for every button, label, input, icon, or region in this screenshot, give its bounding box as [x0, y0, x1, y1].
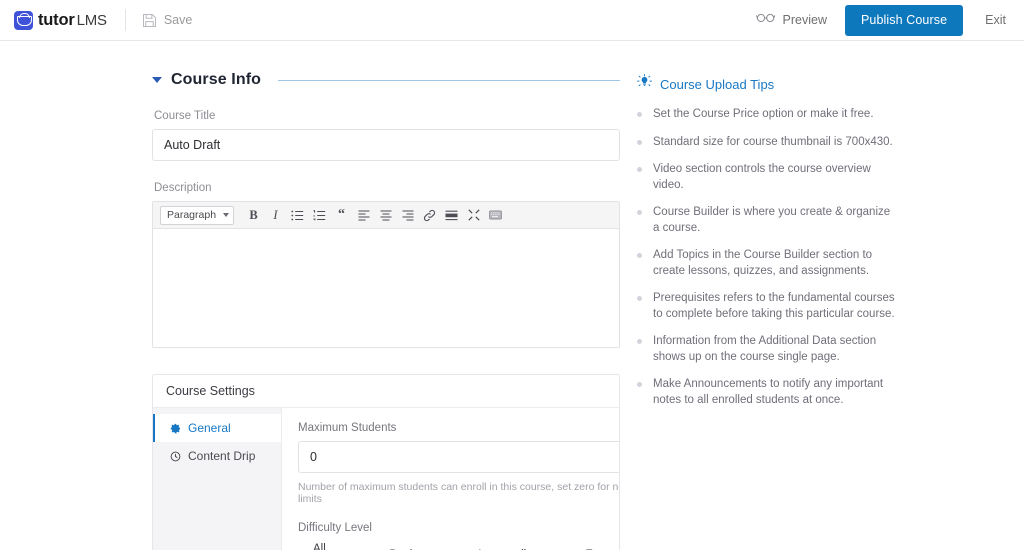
section-rule: [278, 80, 620, 81]
gear-icon: [170, 423, 181, 434]
save-label: Save: [164, 13, 193, 27]
maximum-students-label: Maximum Students: [298, 422, 620, 434]
list-item: Course Builder is where you create & org…: [637, 205, 895, 236]
bold-icon[interactable]: B: [243, 205, 264, 226]
tip-text: Prerequisites refers to the fundamental …: [653, 291, 895, 322]
app-header: tutorLMS Save Preview Publish Course: [0, 0, 1024, 41]
radio-all-levels-label: All Levels: [313, 543, 346, 550]
maximum-students-input[interactable]: [298, 441, 620, 473]
header-divider: [125, 9, 126, 31]
list-item: Add Topics in the Course Builder section…: [637, 248, 895, 279]
clock-icon: [170, 451, 181, 462]
tip-text: Add Topics in the Course Builder section…: [653, 248, 895, 279]
preview-label: Preview: [783, 13, 827, 27]
blockquote-icon[interactable]: “: [331, 205, 352, 226]
chevron-down-icon: [223, 213, 229, 217]
course-settings-title: Course Settings: [153, 375, 619, 408]
maximum-students-help: Number of maximum students can enroll in…: [298, 481, 620, 505]
bullet-icon: [637, 339, 642, 344]
list-item: Make Announcements to notify any importa…: [637, 377, 895, 408]
align-right-icon[interactable]: [397, 205, 418, 226]
list-item: Set the Course Price option or make it f…: [637, 107, 895, 123]
fullscreen-icon[interactable]: [463, 205, 484, 226]
editor-toolbar: Paragraph B I: [153, 202, 619, 229]
difficulty-level-radiogroup: All Levels Beginner Intermediate Ex: [298, 543, 620, 550]
paragraph-format-select[interactable]: Paragraph: [160, 206, 234, 225]
floppy-disk-icon: [142, 13, 157, 28]
tips-header: Course Upload Tips: [637, 74, 895, 94]
course-settings-pane-general: Maximum Students Number of maximum stude…: [282, 408, 620, 550]
eyeglasses-icon: [756, 11, 776, 29]
page-body: Course Info Course Title Description Par…: [0, 41, 1024, 550]
tips-list: Set the Course Price option or make it f…: [637, 107, 895, 408]
read-more-icon[interactable]: [441, 205, 462, 226]
list-item: Video section controls the course overvi…: [637, 162, 895, 193]
course-title-input[interactable]: [152, 129, 620, 161]
radio-all-levels[interactable]: All Levels: [298, 543, 346, 550]
list-item: Standard size for course thumbnail is 70…: [637, 135, 895, 151]
difficulty-level-label: Difficulty Level: [298, 522, 620, 534]
bullet-icon: [637, 140, 642, 145]
tip-text: Standard size for course thumbnail is 70…: [653, 135, 893, 151]
description-label: Description: [154, 182, 620, 194]
paragraph-format-value: Paragraph: [167, 209, 216, 221]
italic-icon[interactable]: I: [265, 205, 286, 226]
tutor-lms-logo-icon: [14, 11, 33, 30]
description-textarea[interactable]: [153, 229, 619, 347]
tip-text: Information from the Additional Data sec…: [653, 334, 895, 365]
bullet-icon: [637, 296, 642, 301]
lightbulb-icon: [637, 74, 652, 94]
course-info-section-header: Course Info: [152, 71, 620, 89]
course-title-label: Course Title: [154, 110, 620, 122]
list-item: Information from the Additional Data sec…: [637, 334, 895, 365]
tab-content-drip-label: Content Drip: [188, 449, 255, 463]
course-upload-tips-panel: Course Upload Tips Set the Course Price …: [637, 41, 895, 420]
course-settings-tablist: General Content Drip: [153, 408, 282, 550]
description-editor: Paragraph B I: [152, 201, 620, 348]
tip-text: Course Builder is where you create & org…: [653, 205, 895, 236]
exit-link[interactable]: Exit: [985, 13, 1006, 27]
tip-text: Video section controls the course overvi…: [653, 162, 895, 193]
page-title: Course Info: [171, 71, 261, 89]
tips-title: Course Upload Tips: [660, 77, 774, 92]
bullet-icon: [637, 382, 642, 387]
align-center-icon[interactable]: [375, 205, 396, 226]
align-left-icon[interactable]: [353, 205, 374, 226]
tip-text: Make Announcements to notify any importa…: [653, 377, 895, 408]
bullet-icon: [637, 112, 642, 117]
bullet-icon: [637, 167, 642, 172]
tab-general[interactable]: General: [153, 414, 281, 442]
brand-name-bold: tutor: [38, 11, 75, 29]
numbered-list-icon[interactable]: [309, 205, 330, 226]
save-button[interactable]: Save: [142, 13, 193, 28]
brand-logo[interactable]: tutorLMS: [12, 11, 107, 30]
preview-button[interactable]: Preview: [756, 11, 827, 29]
bullet-icon: [637, 253, 642, 258]
list-item: Prerequisites refers to the fundamental …: [637, 291, 895, 322]
keyboard-shortcuts-icon[interactable]: [485, 205, 506, 226]
brand-text: tutorLMS: [38, 11, 107, 30]
caret-down-icon[interactable]: [152, 77, 162, 83]
brand-name-light: LMS: [77, 12, 107, 29]
tab-content-drip[interactable]: Content Drip: [153, 442, 281, 470]
link-icon[interactable]: [419, 205, 440, 226]
tab-general-label: General: [188, 421, 231, 435]
course-settings-card: Course Settings General: [152, 374, 620, 550]
main-column: Course Info Course Title Description Par…: [152, 41, 620, 550]
bulleted-list-icon[interactable]: [287, 205, 308, 226]
publish-course-button[interactable]: Publish Course: [845, 5, 963, 36]
course-settings-body: General Content Drip Maximum Studen: [153, 408, 619, 550]
tip-text: Set the Course Price option or make it f…: [653, 107, 874, 123]
bullet-icon: [637, 210, 642, 215]
